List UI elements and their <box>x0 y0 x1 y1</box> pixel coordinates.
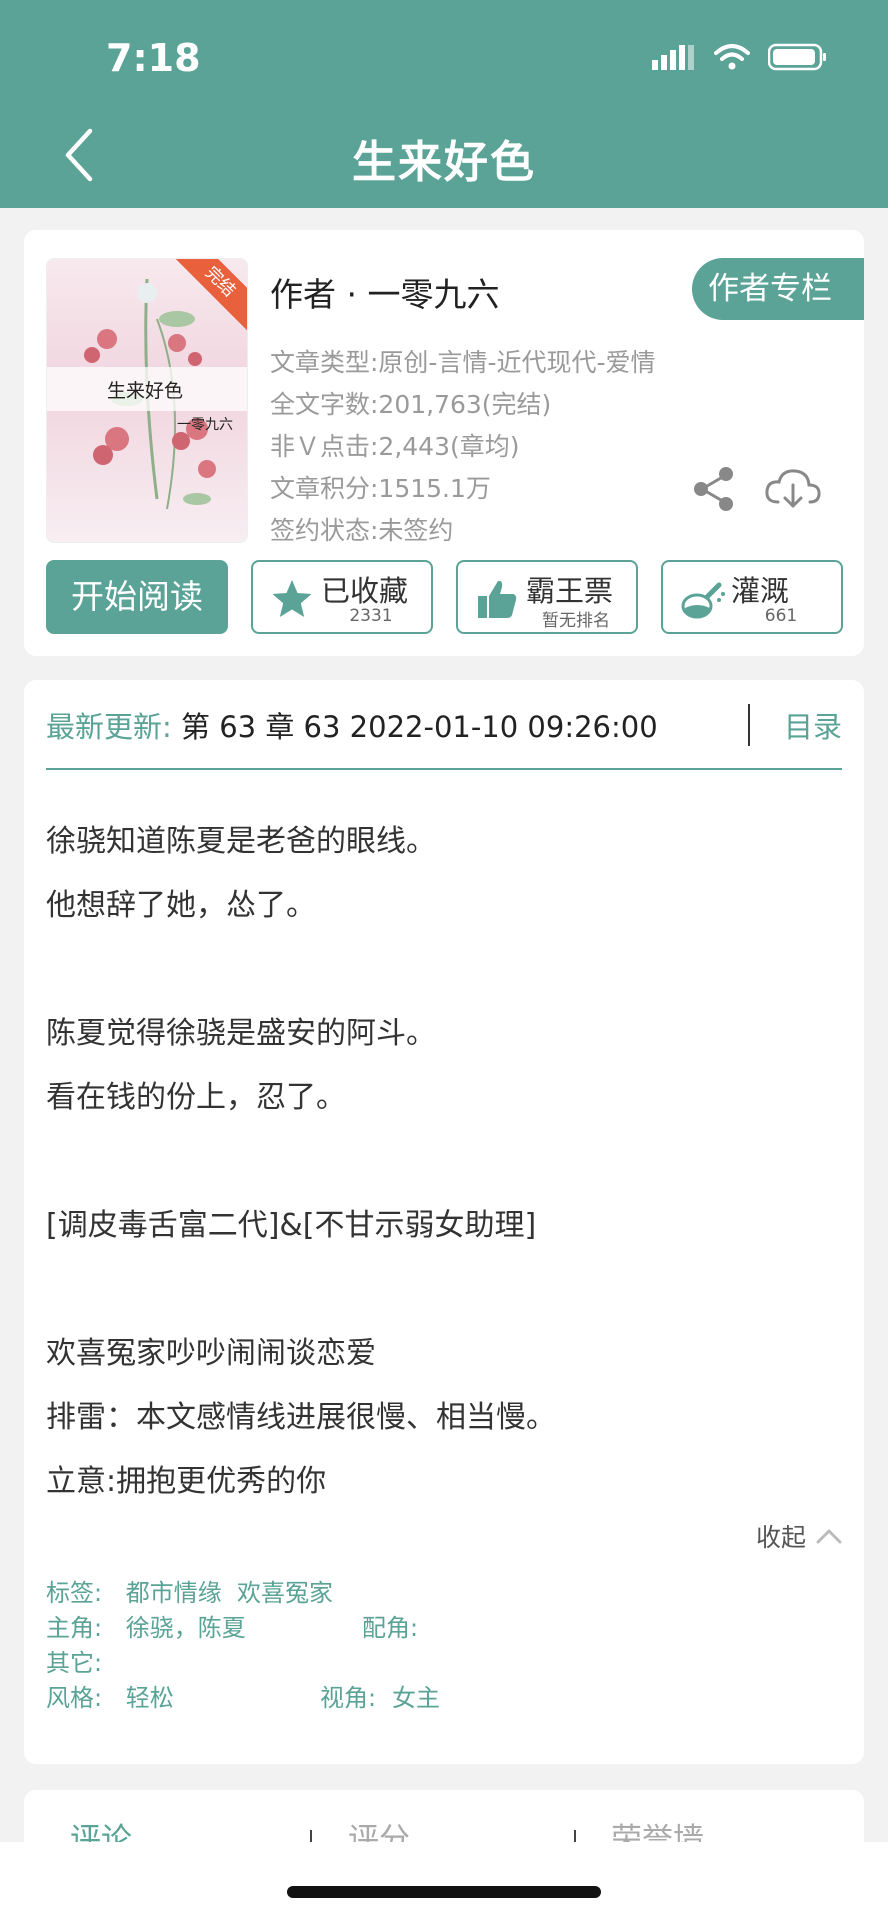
style-row: 风格: 轻松 视角: 女主 <box>46 1681 836 1716</box>
style-label: 风格: <box>46 1684 103 1712</box>
nutrient-bottle-icon <box>681 582 725 619</box>
synopsis-line: 看在钱的份上，忍了。 <box>46 1080 346 1115</box>
synopsis-line: 他想辞了她，怂了。 <box>46 888 316 923</box>
home-indicator-area <box>0 1842 888 1920</box>
vote-label: 霸王票 <box>526 574 614 608</box>
view-label: 视角: <box>320 1684 377 1712</box>
synopsis-line: 陈夏觉得徐骁是盛安的阿斗。 <box>46 1016 436 1051</box>
collect-label: 已收藏 <box>321 574 409 608</box>
thumbs-up-icon <box>478 580 517 618</box>
star-icon <box>272 580 312 617</box>
synopsis-line <box>46 1258 556 1322</box>
synopsis-line <box>46 1130 556 1194</box>
page-title: 生来好色 <box>352 137 536 188</box>
nourish-count: 661 <box>764 606 798 626</box>
other-label: 其它: <box>46 1649 103 1677</box>
style-value: 轻松 <box>125 1684 174 1712</box>
latest-update-label: 最新更新: <box>46 710 172 744</box>
book-info-card: 生来好色 一零九六 完结 作者 · 一零九六 作者专栏 文章类型:原创-言情-近… <box>24 230 864 656</box>
top-bar: 7:18 生来好色 <box>0 0 888 208</box>
other-row: 其它: <box>46 1646 836 1681</box>
characters-row: 主角: 徐骁，陈夏 配角: <box>46 1611 836 1646</box>
book-meta: 文章类型:原创-言情-近代现代-爱情 全文字数:201,763(完结) 非Ｖ点击… <box>270 342 656 552</box>
download-icon[interactable] <box>764 468 822 512</box>
collapse-label: 收起 <box>755 1523 806 1552</box>
tags-label: 标签: <box>46 1579 103 1607</box>
cover-title: 生来好色 <box>107 380 184 402</box>
vote-button[interactable]: 霸王票 暂无排名 <box>456 560 638 634</box>
support-label: 配角: <box>362 1614 419 1642</box>
author-name[interactable]: 作者 · 一零九六 <box>270 268 499 316</box>
author-column-button[interactable]: 作者专栏 <box>692 258 864 320</box>
cover-author: 一零九六 <box>177 417 233 433</box>
synopsis-line: 欢喜冤家吵吵闹闹谈恋爱 <box>46 1336 376 1371</box>
view-value: 女主 <box>392 1684 440 1712</box>
nourish-button[interactable]: 灌溉 661 <box>661 560 843 634</box>
synopsis-line <box>46 938 556 1002</box>
meta-score: 文章积分:1515.1万 <box>270 474 491 503</box>
tags-value[interactable]: 都市情缘 欢喜冤家 <box>126 1579 333 1607</box>
collapse-button[interactable]: 收起 <box>756 1518 842 1554</box>
book-cover[interactable]: 生来好色 一零九六 完结 <box>46 258 248 543</box>
meta-clicks: 非Ｖ点击:2,443(章均) <box>270 432 520 461</box>
tag-info: 标签: 都市情缘 欢喜冤家 主角: 徐骁，陈夏 配角: 其它: 风格: 轻松 视… <box>46 1576 836 1716</box>
nourish-label: 灌溉 <box>731 574 790 608</box>
home-indicator[interactable] <box>287 1886 601 1898</box>
status-icons <box>652 42 828 72</box>
synopsis-card: 最新更新: 第 63 章 63 2022-01-10 09:26:00 目录 徐… <box>24 680 864 1764</box>
latest-update-text: 第 63 章 63 2022-01-10 09:26:00 <box>181 710 658 744</box>
divider <box>748 704 750 746</box>
start-reading-button[interactable]: 开始阅读 <box>46 560 228 634</box>
synopsis-line: 立意:拥抱更优秀的你 <box>46 1464 327 1499</box>
synopsis-line: [调皮毒舌富二代]&[不甘示弱女助理] <box>46 1208 537 1243</box>
vote-rank: 暂无排名 <box>542 611 610 631</box>
wifi-icon <box>714 44 750 70</box>
lead-value: 徐骁，陈夏 <box>125 1614 246 1642</box>
share-icon[interactable] <box>692 466 736 512</box>
toc-button[interactable]: 目录 <box>784 704 842 746</box>
chevron-up-icon <box>816 1529 842 1544</box>
meta-sign-status: 签约状态:未签约 <box>270 516 454 545</box>
tags-row: 标签: 都市情缘 欢喜冤家 <box>46 1576 836 1611</box>
synopsis-line: 徐骁知道陈夏是老爸的眼线。 <box>46 824 436 859</box>
status-time: 7:18 <box>106 36 201 80</box>
divider <box>46 768 842 770</box>
synopsis-text: 徐骁知道陈夏是老爸的眼线。 他想辞了她，怂了。 陈夏觉得徐骁是盛安的阿斗。 看在… <box>46 810 556 1514</box>
collect-count: 2331 <box>349 606 393 626</box>
battery-icon <box>768 43 826 71</box>
collect-button[interactable]: 已收藏 2331 <box>251 560 433 634</box>
latest-update[interactable]: 最新更新: 第 63 章 63 2022-01-10 09:26:00 <box>46 704 658 746</box>
signal-icon <box>652 45 694 70</box>
lead-label: 主角: <box>46 1614 103 1642</box>
meta-type: 文章类型:原创-言情-近代现代-爱情 <box>270 348 656 377</box>
meta-word-count: 全文字数:201,763(完结) <box>270 390 552 419</box>
synopsis-line: 排雷：本文感情线进展很慢、相当慢。 <box>46 1400 556 1435</box>
